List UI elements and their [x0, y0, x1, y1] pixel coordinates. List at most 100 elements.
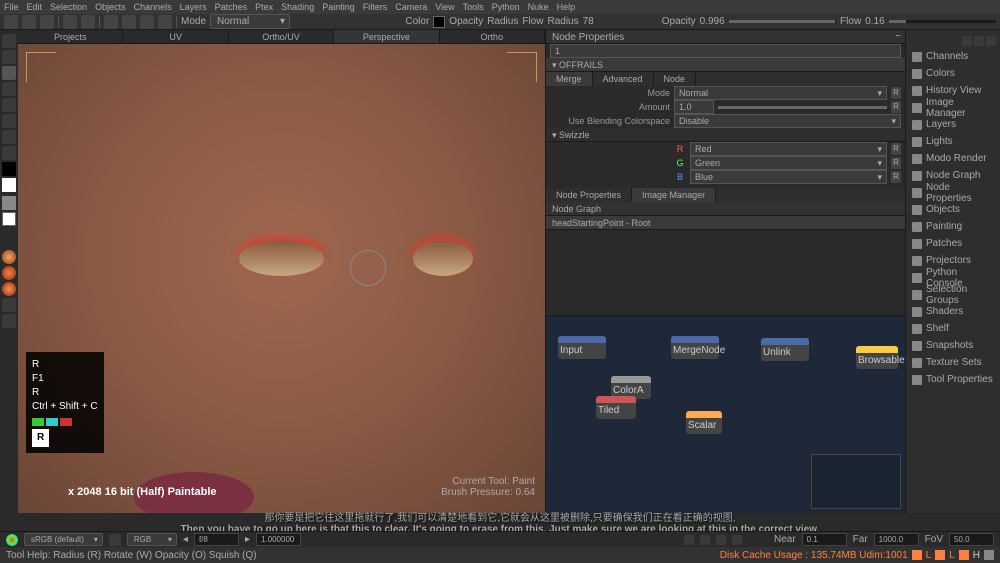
side-patches[interactable]: Patches — [908, 235, 998, 252]
menu-file[interactable]: File — [4, 2, 19, 12]
transport-icon[interactable] — [700, 535, 710, 545]
panel-icon[interactable] — [974, 36, 984, 46]
tool-icon[interactable] — [140, 15, 154, 29]
side-painting[interactable]: Painting — [908, 218, 998, 235]
g-dropdown[interactable]: Green — [690, 156, 887, 170]
reset-btn[interactable]: R — [891, 143, 901, 155]
menu-tools[interactable]: Tools — [463, 2, 484, 12]
remove-icon[interactable] — [2, 314, 16, 328]
menu-filters[interactable]: Filters — [363, 2, 388, 12]
exposure-field[interactable]: 1.000000 — [256, 533, 301, 546]
side-selgroups[interactable]: Selection Groups — [908, 286, 998, 303]
side-channels[interactable]: Channels — [908, 48, 998, 65]
side-objects[interactable]: Objects — [908, 201, 998, 218]
side-modorender[interactable]: Modo Render — [908, 150, 998, 167]
sphere2[interactable] — [2, 266, 16, 280]
amount-slider[interactable] — [718, 106, 887, 109]
graph-node[interactable]: Input — [558, 336, 606, 359]
side-shaders[interactable]: Shaders — [908, 303, 998, 320]
graph-node[interactable]: Browsable — [856, 346, 898, 369]
graph-node[interactable]: Scalar — [686, 411, 722, 434]
histogram-icon[interactable] — [109, 534, 121, 546]
side-lights[interactable]: Lights — [908, 133, 998, 150]
reset-btn[interactable]: R — [891, 87, 901, 99]
fstop-field[interactable]: f/8 — [194, 533, 239, 546]
menu-camera[interactable]: Camera — [395, 2, 427, 12]
tab-ortho[interactable]: Ortho — [440, 30, 545, 43]
clone-tool[interactable] — [2, 98, 16, 112]
eraser-tool[interactable] — [2, 82, 16, 96]
reset-btn[interactable]: R — [891, 171, 901, 183]
fg-color[interactable] — [2, 162, 16, 176]
menu-edit[interactable]: Edit — [27, 2, 43, 12]
side-shelf[interactable]: Shelf — [908, 320, 998, 337]
transport-icon[interactable] — [684, 535, 694, 545]
tab-nodeprops[interactable]: Node Properties — [546, 188, 632, 202]
node-graph[interactable]: Input ColorA Tiled MergeNode Scalar Unli… — [546, 315, 905, 513]
menu-objects[interactable]: Objects — [95, 2, 126, 12]
opacity-slider[interactable] — [729, 20, 836, 23]
menu-patches[interactable]: Patches — [215, 2, 248, 12]
tool-icon[interactable] — [122, 15, 136, 29]
undo-icon[interactable] — [63, 15, 77, 29]
tab-orthouv[interactable]: Ortho/UV — [229, 30, 334, 43]
r-dropdown[interactable]: Red — [690, 142, 887, 156]
blur-tool[interactable] — [2, 114, 16, 128]
minimize-icon[interactable]: − — [895, 30, 901, 44]
save-icon[interactable] — [40, 15, 54, 29]
swizzle-header[interactable]: Swizzle — [546, 128, 905, 142]
swatch-layer[interactable] — [2, 212, 16, 226]
tab-imgmgr[interactable]: Image Manager — [632, 188, 716, 202]
sphere3[interactable] — [2, 282, 16, 296]
bg-color[interactable] — [2, 178, 16, 192]
menu-selection[interactable]: Selection — [50, 2, 87, 12]
fov-field[interactable]: 50.0 — [949, 533, 994, 546]
redo-icon[interactable] — [81, 15, 95, 29]
play-icon[interactable] — [716, 535, 726, 545]
mode-dropdown[interactable]: Normal — [210, 14, 290, 29]
reset-btn[interactable]: R — [891, 101, 901, 113]
menu-view[interactable]: View — [435, 2, 454, 12]
menu-ptex[interactable]: Ptex — [255, 2, 273, 12]
palette-icon[interactable] — [6, 534, 18, 546]
side-colors[interactable]: Colors — [908, 65, 998, 82]
tool-icon[interactable] — [158, 15, 172, 29]
tab-projects[interactable]: Projects — [18, 30, 123, 43]
swatch-grey[interactable] — [2, 196, 16, 210]
panel-icon[interactable] — [986, 36, 996, 46]
side-layers[interactable]: Layers — [908, 116, 998, 133]
tab-perspective[interactable]: Perspective — [334, 30, 439, 43]
menu-channels[interactable]: Channels — [134, 2, 172, 12]
far-field[interactable]: 1000.0 — [874, 533, 919, 546]
side-nodeprops[interactable]: Node Properties — [908, 184, 998, 201]
open-icon[interactable] — [22, 15, 36, 29]
b-dropdown[interactable]: Blue — [690, 170, 887, 184]
menu-shading[interactable]: Shading — [281, 2, 314, 12]
menu-nuke[interactable]: Nuke — [528, 2, 549, 12]
tab-merge[interactable]: Merge — [546, 72, 593, 86]
select-tool[interactable] — [2, 34, 16, 48]
blend-dropdown[interactable]: Disable — [674, 114, 901, 128]
offrails-header[interactable]: OFFRAILS — [546, 58, 905, 72]
reset-btn[interactable]: R — [891, 157, 901, 169]
viewport-3d[interactable]: R F1 R Ctrl + Shift + C R x 2048 16 bit … — [18, 44, 545, 513]
side-snapshots[interactable]: Snapshots — [908, 337, 998, 354]
tab-advanced[interactable]: Advanced — [593, 72, 654, 86]
search-field[interactable]: 1 — [550, 44, 901, 58]
graph-node[interactable]: MergeNode — [671, 336, 719, 359]
menu-python[interactable]: Python — [492, 2, 520, 12]
sphere1[interactable] — [2, 250, 16, 264]
add-icon[interactable] — [2, 298, 16, 312]
color-swatch[interactable] — [433, 16, 445, 28]
side-toolprops[interactable]: Tool Properties — [908, 371, 998, 388]
vector-tool[interactable] — [2, 130, 16, 144]
channel-dropdown[interactable]: RGB — [127, 533, 177, 546]
side-imgmgr[interactable]: Image Manager — [908, 99, 998, 116]
paint-tool[interactable] — [2, 66, 16, 80]
tab-node[interactable]: Node — [654, 72, 697, 86]
colorspace-dropdown[interactable]: sRGB (default) — [24, 533, 103, 546]
near-field[interactable]: 0.1 — [802, 533, 847, 546]
transport-icon[interactable] — [732, 535, 742, 545]
side-texsets[interactable]: Texture Sets — [908, 354, 998, 371]
menu-layers[interactable]: Layers — [180, 2, 207, 12]
